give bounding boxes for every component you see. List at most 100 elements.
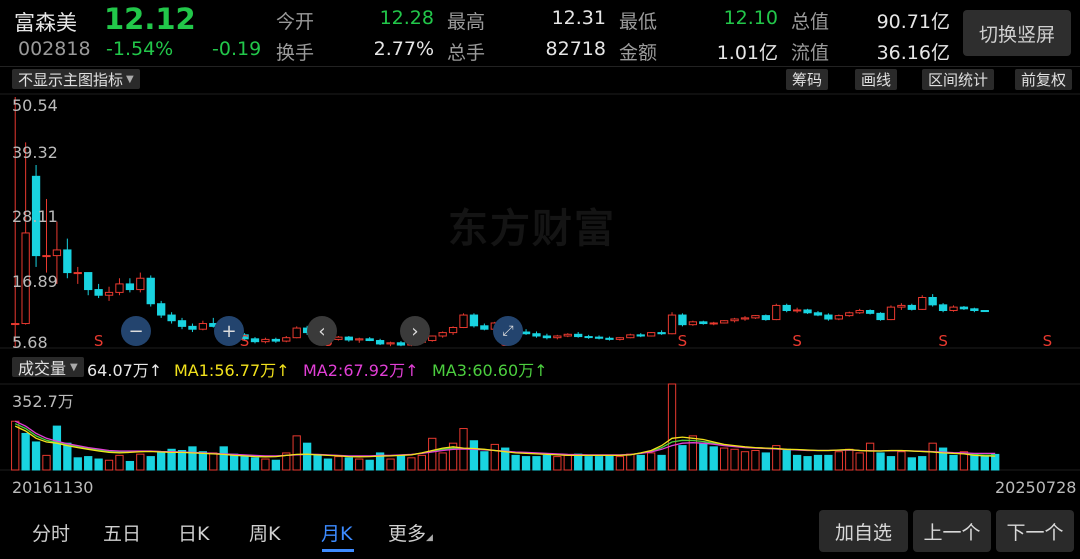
candle-body: [42, 255, 51, 258]
candle-body: [292, 327, 301, 339]
tab-five-day[interactable]: 五日: [103, 519, 141, 546]
candle-body: [250, 338, 260, 343]
candle-body: [355, 338, 364, 341]
candle-body: [803, 309, 812, 314]
candle-body: [334, 336, 343, 340]
sell-signal-label: S: [1043, 332, 1053, 350]
volume-bar: [720, 447, 729, 471]
candle-body: [834, 315, 843, 320]
candle-body: [615, 337, 625, 340]
scroll-right-button[interactable]: ›: [400, 316, 430, 346]
volume-bar: [563, 454, 572, 471]
candle-body: [532, 333, 541, 337]
candle-body: [188, 325, 197, 330]
tab-weekly-k[interactable]: 周K: [249, 519, 280, 546]
volume-bar: [980, 454, 989, 471]
start-date: 20161130: [12, 478, 94, 497]
volume-bar: [886, 456, 896, 471]
zoom-in-button[interactable]: +: [214, 316, 244, 346]
volume-bar: [553, 456, 562, 471]
candle-body: [63, 249, 72, 274]
candle-body: [52, 249, 62, 257]
candle-body: [480, 325, 489, 330]
end-date: 20250728: [995, 478, 1077, 497]
volume-bar: [469, 440, 479, 471]
candle-body: [980, 310, 989, 313]
volume-bar: [938, 447, 948, 471]
next-stock-button[interactable]: 下一个: [996, 510, 1074, 552]
candle-body: [344, 336, 353, 341]
volume-bar: [605, 454, 614, 471]
candle-body: [782, 304, 791, 312]
candle-body: [396, 342, 406, 346]
candle-body: [740, 317, 750, 320]
volume-bar: [803, 456, 812, 471]
volume-bar: [271, 459, 280, 471]
candle-body: [271, 338, 280, 342]
ma3-value: MA3:60.60万↑: [432, 361, 548, 380]
candle-body: [448, 327, 458, 334]
candle-body: [459, 314, 468, 329]
volume-bar: [198, 451, 208, 471]
volume-bar: [532, 456, 541, 471]
volume-bar: [918, 456, 927, 471]
ma2-value: MA2:67.92万↑: [303, 361, 419, 380]
tab-more[interactable]: 更多◢: [388, 519, 433, 546]
volume-bar: [344, 457, 353, 471]
volume-bar: [313, 454, 322, 471]
candle-body: [11, 323, 20, 326]
price-axis-label: 28.11: [12, 207, 58, 226]
volume-bar: [970, 453, 979, 471]
candle-body: [115, 283, 124, 293]
volume-bar: [365, 459, 374, 471]
candle-body: [907, 304, 916, 310]
volume-bar: [407, 457, 416, 471]
expand-icon: ⤢: [502, 323, 514, 339]
candle-body: [772, 304, 781, 321]
volume-bar: [73, 457, 82, 471]
previous-stock-button[interactable]: 上一个: [913, 510, 991, 552]
volume-indicator-select[interactable]: 成交量 ▼: [12, 357, 84, 378]
volume-bar: [42, 454, 51, 471]
volume-bar: [907, 457, 916, 471]
candle-body: [855, 310, 864, 314]
candle-body: [928, 296, 937, 306]
kline-chart[interactable]: SSSSSSSSSSSSSS: [0, 0, 1080, 480]
candle-body: [730, 318, 739, 322]
volume-axis-label: 352.7万: [12, 392, 74, 411]
tab-monthly-k[interactable]: 月K: [321, 519, 352, 546]
add-watchlist-button[interactable]: 加自选: [819, 510, 908, 552]
candle-body: [886, 306, 896, 321]
volume-bar: [63, 442, 72, 471]
volume-bar: [11, 420, 20, 471]
candle-body: [876, 312, 885, 321]
volume-bar: [261, 458, 270, 471]
zoom-out-button[interactable]: −: [121, 316, 151, 346]
candle-body: [636, 334, 645, 337]
candle-body: [584, 336, 593, 339]
volume-bar: [626, 453, 635, 471]
candle-body: [594, 336, 604, 339]
tab-daily-k[interactable]: 日K: [178, 519, 209, 546]
volume-bar: [761, 452, 771, 471]
volume-bar: [146, 456, 155, 471]
volume-bar: [417, 454, 426, 471]
volume-bar: [865, 442, 875, 471]
candle-body: [647, 332, 656, 337]
volume-bar: [334, 456, 343, 471]
candle-body: [709, 322, 718, 325]
dropdown-icon: ▼: [70, 361, 78, 373]
fullscreen-button[interactable]: ⤢: [493, 316, 523, 346]
volume-bar: [813, 454, 823, 471]
candle-body: [626, 334, 635, 339]
volume-bar: [94, 458, 103, 471]
candle-body: [438, 332, 447, 337]
chevron-right-icon: ›: [411, 320, 419, 342]
tab-intraday[interactable]: 分时: [32, 519, 70, 546]
candle-body: [282, 337, 291, 342]
volume-bar: [792, 454, 802, 471]
volume-bar: [897, 451, 906, 471]
candle-body: [261, 338, 270, 343]
candle-body: [386, 342, 395, 345]
scroll-left-button[interactable]: ‹: [307, 316, 337, 346]
